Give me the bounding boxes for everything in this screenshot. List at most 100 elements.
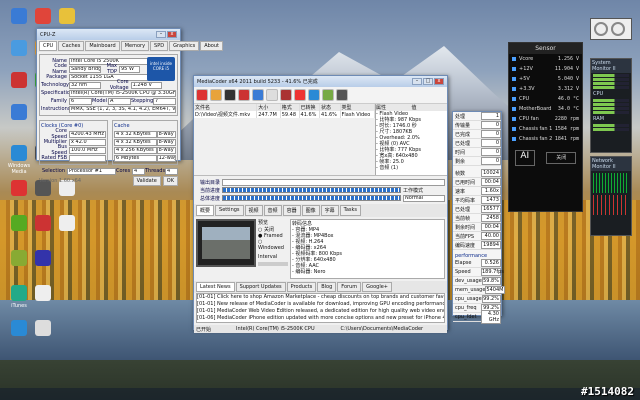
news-item[interactable]: [01-01] New release of MediaCoder is ava… [197, 301, 444, 308]
settings-tab[interactable]: 概要 [196, 205, 215, 216]
tab-spd[interactable]: SPD [150, 41, 169, 51]
close-button[interactable]: x [434, 78, 444, 85]
mediacoder-titlebar[interactable]: MediaCoder x64 2011 build 5233 - 41.6% 已… [194, 76, 447, 87]
dest-field[interactable] [222, 178, 445, 186]
disc-icon[interactable] [266, 89, 278, 101]
stat-value: 0 [481, 121, 501, 129]
news-tab[interactable]: Blog [317, 282, 337, 292]
stat-label: 平均码率 [455, 197, 476, 204]
app-icon [11, 250, 27, 266]
start-icon[interactable] [294, 89, 306, 101]
news-item[interactable]: [01-01] Click here to shop Amazon Market… [197, 294, 444, 301]
help-icon[interactable] [336, 89, 348, 101]
minimize-button[interactable]: – [156, 31, 166, 38]
sensor-row: +3.3V 3.312 V [509, 84, 582, 94]
column-header[interactable]: 状态 [319, 104, 341, 111]
settings-tab[interactable]: Tasks [339, 205, 362, 216]
tab-memory[interactable]: Memory [120, 41, 150, 51]
app-icon [11, 285, 27, 301]
column-header[interactable]: 大小 [256, 104, 281, 111]
news-tab[interactable]: Support Updates [235, 282, 286, 292]
tab-graphics[interactable]: Graphics [169, 41, 200, 51]
sensor-row: +5V 5.040 V [509, 74, 582, 84]
remove-icon[interactable] [210, 89, 222, 101]
settings-tab[interactable]: 字幕 [320, 205, 339, 216]
cpuz-window[interactable]: CPU-Z – x CPU Caches Mainboard Memory SPD Gra… [36, 28, 223, 186]
close-button[interactable]: x [167, 31, 177, 38]
desktop-icon[interactable] [28, 250, 58, 268]
app-icon [11, 180, 27, 196]
stat-row: mem_usage 5404M [453, 286, 506, 295]
l3-value: 6 MBytes [113, 154, 157, 162]
bus-value: 100.0 MHz [69, 146, 106, 154]
news-tab[interactable]: Latest News [196, 282, 235, 292]
model-label: Model [92, 98, 108, 104]
sensor-value: 2280 rpm [554, 116, 579, 122]
file-fmt-cell: 59.48 [280, 111, 300, 118]
stat-label: dev_usage [455, 278, 482, 284]
settings-icon[interactable] [280, 89, 292, 101]
desktop-icon[interactable] [52, 215, 82, 233]
tab-about[interactable]: About [200, 41, 223, 51]
cache-group: Cache 4 x 32 KBytes 8-way 4 x 32 KBytes 8-… [111, 120, 178, 165]
settings-tab[interactable]: 视频 [244, 205, 263, 216]
sensor-icon [512, 57, 516, 61]
sensor-icon [512, 107, 516, 111]
settings-tabs: 概要 Settings 视频 音频 容器 图像 字幕 Tasks [194, 204, 447, 217]
clear-icon[interactable] [224, 89, 236, 101]
news-item[interactable]: [01-01] MediaCoder Web Video Edition rel… [197, 308, 444, 315]
column-header[interactable]: 类型 [340, 104, 376, 111]
news-tab[interactable]: Products [286, 282, 317, 292]
desktop-icon-label: iTunes [11, 303, 27, 309]
desktop-icon[interactable] [28, 285, 58, 303]
tab-mainboard[interactable]: Mainboard [85, 41, 120, 51]
settings-tab[interactable]: Settings [215, 205, 244, 216]
file-list-table[interactable]: 文件名 大小 格式 已转换 状态 类型 D:\Video\视频文件.mkv 247.7M … [194, 104, 376, 118]
settings-tab[interactable]: 图像 [301, 205, 320, 216]
stat-row: 处理 1 [453, 112, 501, 121]
news-item[interactable]: [01-06] MediaCoder iPhone edition update… [197, 315, 444, 322]
sensor-name: +12V [519, 66, 533, 72]
validate-button[interactable]: Validate [132, 176, 161, 186]
tab-cpu[interactable]: CPU [39, 41, 58, 51]
preview-windowed-radio[interactable]: ○ Windowed [258, 239, 288, 251]
settings-tab[interactable]: 音频 [263, 205, 282, 216]
selection-dropdown[interactable]: Processor #1 [67, 167, 116, 175]
settings-tab[interactable]: 容器 [282, 205, 301, 216]
record-icon[interactable] [238, 89, 250, 101]
interval-slider[interactable] [258, 262, 288, 266]
news-list: [01-01] Click here to shop Amazon Market… [196, 293, 445, 323]
desktop-icon[interactable] [52, 8, 82, 26]
tab-caches[interactable]: Caches [58, 41, 85, 51]
stop-icon[interactable] [322, 89, 334, 101]
l1i-way: 8-way [156, 138, 176, 146]
add-file-icon[interactable] [196, 89, 208, 101]
sensor-name: MotherBoard [519, 106, 552, 112]
sensor-icon [512, 67, 516, 71]
props-value-header: 值 [411, 105, 417, 111]
desktop-icon[interactable] [4, 104, 34, 122]
mediacoder-window[interactable]: MediaCoder x64 2011 build 5233 - 41.6% 已… [193, 75, 448, 333]
stat-value: 59.8% [481, 277, 501, 285]
column-header[interactable]: 已转换 [299, 104, 321, 111]
cpuz-titlebar[interactable]: CPU-Z – x [37, 29, 180, 40]
stat-value: 1.60x [481, 187, 501, 195]
column-header[interactable]: 文件名 [194, 104, 258, 111]
pause-icon[interactable] [308, 89, 320, 101]
preview-off-radio[interactable]: ○ 关闭 [258, 226, 288, 233]
dest-label: 输出目录 [199, 179, 220, 186]
news-tab[interactable]: Forum [337, 282, 362, 292]
play-icon[interactable] [252, 89, 264, 101]
news-tab[interactable]: Google+ [362, 282, 392, 292]
ok-button[interactable]: OK [162, 176, 178, 186]
minimize-button[interactable]: – [412, 78, 422, 85]
maximize-button[interactable]: □ [423, 78, 433, 85]
stat-label: Speed [455, 269, 471, 275]
file-name-cell: D:\Video\视频文件.mkv [194, 111, 258, 118]
desktop-icon[interactable] [28, 320, 58, 338]
work-mode-select[interactable]: Normal [403, 194, 445, 202]
table-row[interactable]: D:\Video\视频文件.mkv 247.7M 59.48 41.6% 41.… [194, 111, 376, 118]
column-header[interactable]: 格式 [280, 104, 300, 111]
sensor-close-button[interactable]: 关闭 [546, 152, 577, 164]
cpuz-tabs: CPU Caches Mainboard Memory SPD Graphics About [37, 40, 223, 52]
